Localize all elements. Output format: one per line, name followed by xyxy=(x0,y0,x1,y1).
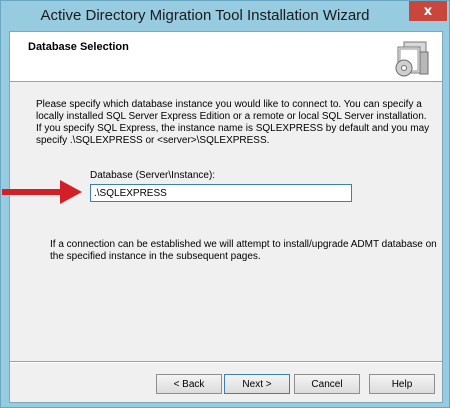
window-title: Active Directory Migration Tool Installa… xyxy=(40,7,370,24)
intro-text: Please specify which database instance y… xyxy=(36,99,430,146)
help-button[interactable]: Help xyxy=(369,374,435,394)
close-icon: x xyxy=(423,3,433,19)
setup-box-icon xyxy=(395,41,429,77)
page-title: Database Selection xyxy=(28,41,129,53)
wizard-header: Database Selection xyxy=(10,32,442,82)
info-text: If a connection can be established we wi… xyxy=(50,239,437,262)
database-instance-input[interactable] xyxy=(90,184,352,202)
wizard-window: Active Directory Migration Tool Installa… xyxy=(0,0,450,408)
cancel-button[interactable]: Cancel xyxy=(294,374,360,394)
close-button[interactable]: x xyxy=(409,1,447,21)
wizard-client-area: Database Selection Please specify which … xyxy=(2,31,443,403)
next-button[interactable]: Next > xyxy=(224,374,290,394)
footer-divider xyxy=(10,361,442,363)
title-bar[interactable]: Active Directory Migration Tool Installa… xyxy=(1,1,449,31)
database-label: Database (Server\Instance): xyxy=(90,170,216,181)
back-button[interactable]: < Back xyxy=(156,374,222,394)
red-arrow-annotation xyxy=(2,180,82,204)
